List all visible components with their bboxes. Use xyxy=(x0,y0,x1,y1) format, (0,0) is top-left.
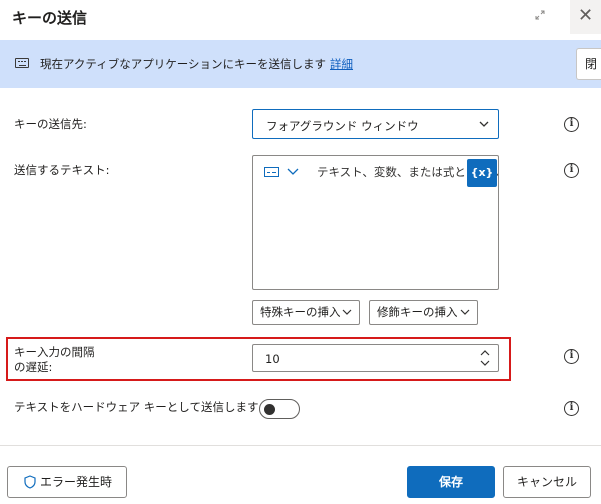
hardware-label: テキストをハードウェア キーとして送信します: xyxy=(14,400,263,414)
details-link[interactable]: 詳細 xyxy=(330,57,353,71)
insert-variable-button[interactable]: {x} xyxy=(467,159,497,187)
spin-down-icon[interactable] xyxy=(480,359,490,367)
expand-arrows-icon xyxy=(535,10,545,20)
insert-special-key-dropdown[interactable]: 特殊キーの挿入 xyxy=(252,300,360,325)
text-mode-icon[interactable] xyxy=(264,167,279,177)
insert-modifier-key-dropdown[interactable]: 修飾キーの挿入 xyxy=(369,300,478,325)
delay-label-line1: キー入力の間隔 xyxy=(14,345,95,359)
chevron-down-icon[interactable] xyxy=(287,168,299,176)
keyboard-icon xyxy=(15,58,29,68)
footer-divider xyxy=(0,445,601,446)
delay-label: キー入力の間隔 の遅延: xyxy=(14,345,95,375)
on-error-label: エラー発生時 xyxy=(39,475,112,489)
chevron-down-icon xyxy=(342,309,352,315)
info-description: 現在アクティブなアプリケーションにキーを送信します xyxy=(40,57,327,71)
text-info-icon[interactable]: i xyxy=(564,163,579,178)
delay-label-line2: の遅延: xyxy=(14,360,53,374)
cancel-button[interactable]: キャンセル xyxy=(503,466,591,498)
hardware-info-icon[interactable]: i xyxy=(564,401,579,416)
delay-value: 10 xyxy=(265,352,280,366)
shield-icon xyxy=(24,475,36,489)
chevron-down-icon xyxy=(460,309,470,315)
info-text: 現在アクティブなアプリケーションにキーを送信します 詳細 xyxy=(40,56,353,72)
close-icon: ✕ xyxy=(577,5,594,26)
close-button[interactable]: ✕ xyxy=(570,0,601,34)
hardware-toggle[interactable] xyxy=(259,399,300,419)
info-bar: 現在アクティブなアプリケーションにキーを送信します 詳細 xyxy=(0,40,601,88)
insert-special-key-label: 特殊キーの挿入 xyxy=(260,305,341,319)
info-side-button[interactable]: 閉 xyxy=(576,48,601,80)
target-info-icon[interactable]: i xyxy=(564,117,579,132)
toggle-knob xyxy=(264,403,275,415)
on-error-button[interactable]: エラー発生時 xyxy=(7,466,127,498)
target-dropdown-value: フォアグラウンド ウィンドウ xyxy=(266,119,419,133)
spin-up-icon[interactable] xyxy=(480,349,490,357)
save-button[interactable]: 保存 xyxy=(407,466,495,498)
text-label: 送信するテキスト: xyxy=(14,163,110,177)
target-label: キーの送信先: xyxy=(14,117,87,131)
dialog-titlebar: キーの送信 ✕ xyxy=(0,0,601,38)
delay-info-icon[interactable]: i xyxy=(564,349,579,364)
expand-icon[interactable] xyxy=(530,8,550,28)
delay-spin-input[interactable]: 10 xyxy=(252,344,499,372)
chevron-down-icon xyxy=(479,121,489,127)
insert-modifier-key-label: 修飾キーの挿入 xyxy=(377,305,458,319)
dialog-title: キーの送信 xyxy=(12,9,88,27)
target-dropdown[interactable]: フォアグラウンド ウィンドウ xyxy=(252,109,499,139)
text-input[interactable]: テキスト、変数、または式として入 xyxy=(252,155,499,290)
